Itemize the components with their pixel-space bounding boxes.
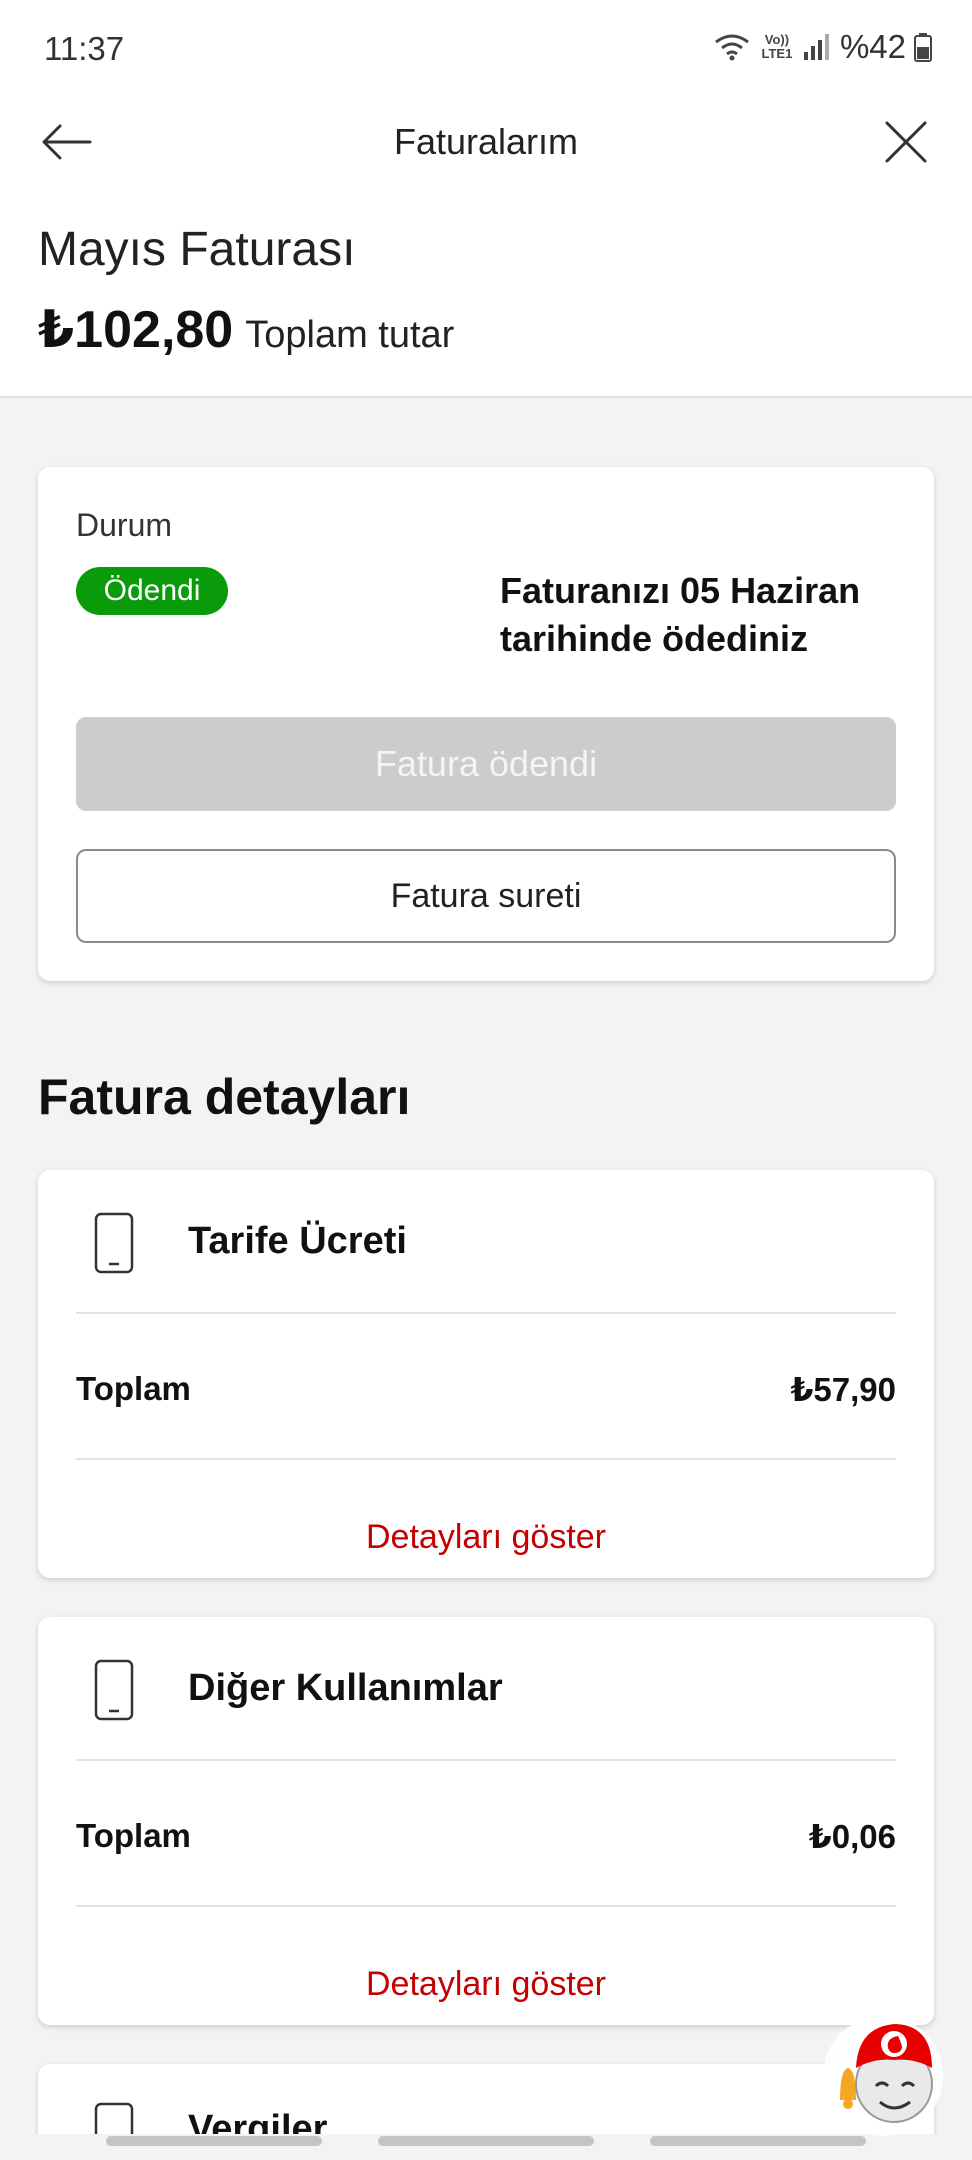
gesture-pill[interactable]: [378, 2136, 594, 2146]
divider: [76, 1458, 896, 1460]
divider: [76, 1759, 896, 1761]
bill-amount-label: Toplam tutar: [245, 314, 455, 356]
header-area: 11:37 Vo)) LTE1 %42 Faturalarım Mayıs Fa…: [0, 0, 972, 398]
signal-icon: [803, 34, 829, 60]
show-details-link[interactable]: Detayları göster: [38, 1518, 934, 1557]
bill-amount: ₺102,80: [38, 301, 234, 359]
status-indicators: Vo)) LTE1 %42: [712, 28, 932, 66]
divider: [76, 1905, 896, 1907]
bill-total-row: ₺102,80 Toplam tutar: [38, 300, 454, 360]
total-label: Toplam: [76, 1370, 191, 1407]
status-bar: 11:37 Vo)) LTE1 %42: [0, 0, 972, 100]
phone-icon: [94, 1659, 134, 1721]
wifi-icon: [715, 34, 749, 61]
bill-month-title: Mayıs Faturası: [38, 223, 356, 276]
gesture-pill[interactable]: [106, 2136, 322, 2146]
battery-icon: [914, 33, 932, 62]
status-label: Durum: [76, 507, 173, 543]
total-value: ₺57,90: [790, 1371, 896, 1408]
close-button[interactable]: [876, 112, 936, 172]
network-label: Vo)) LTE1: [761, 32, 793, 61]
detail-item-title: Tarife Ücreti: [188, 1220, 407, 1262]
bill-paid-button[interactable]: Fatura ödendi: [76, 717, 896, 811]
status-time: 11:37: [44, 30, 125, 67]
navigation-bar: Faturalarım: [0, 100, 972, 210]
divider: [76, 1312, 896, 1314]
chat-assistant-icon[interactable]: [818, 2008, 948, 2138]
show-details-link[interactable]: Detayları göster: [38, 1965, 934, 2004]
detail-item-title: Diğer Kullanımlar: [188, 1667, 503, 1709]
bill-copy-button[interactable]: Fatura sureti: [76, 849, 896, 943]
phone-icon: [94, 1212, 134, 1274]
detail-card-tarife: Tarife Ücreti Toplam ₺57,90 Detayları gö…: [38, 1170, 934, 1578]
close-icon: [885, 121, 927, 163]
payment-message: Faturanızı 05 Haziran tarihinde ödediniz: [500, 570, 861, 659]
total-label: Toplam: [76, 1817, 191, 1854]
section-title: Fatura detayları: [38, 1069, 411, 1125]
detail-card-diger: Diğer Kullanımlar Toplam ₺0,06 Detayları…: [38, 1617, 934, 2025]
payment-status-card: Durum Ödendi Faturanızı 05 Haziran tarih…: [38, 467, 934, 981]
total-value: ₺0,06: [808, 1818, 896, 1855]
page-title: Faturalarım: [393, 121, 579, 162]
battery-percent: %42: [839, 28, 906, 65]
status-badge: Ödendi: [76, 567, 228, 615]
